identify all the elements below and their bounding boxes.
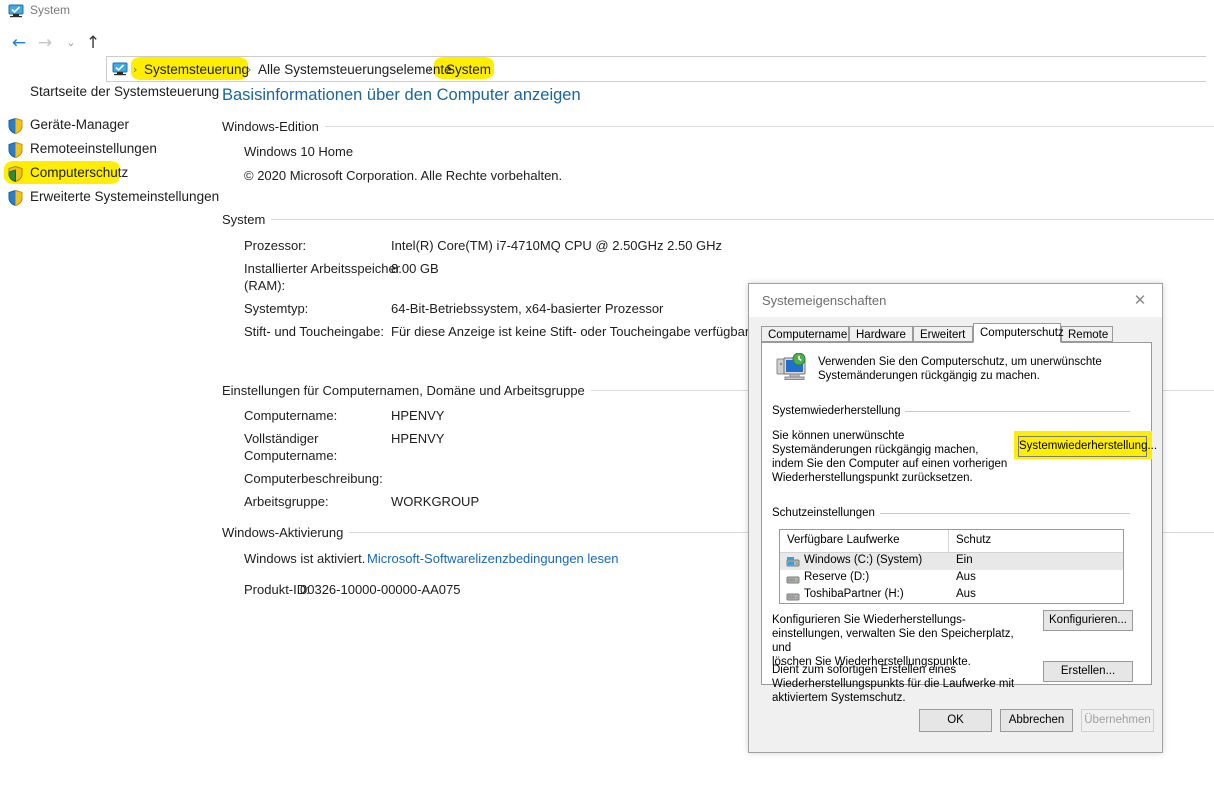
column-header-laufwerke: Verfügbare Laufwerke [787, 534, 900, 546]
cancel-button[interactable]: Abbrechen [1000, 709, 1073, 732]
breadcrumb-separator: › [133, 63, 138, 76]
sidebar-item-home[interactable]: Startseite der Systemsteuerung [30, 84, 219, 99]
drive-name: Reserve (D:) [804, 571, 870, 583]
drive-icon [786, 590, 800, 602]
sidebar-item-label: Computerschutz [30, 165, 129, 180]
row-value-computername: HPENVY [391, 408, 445, 423]
sidebar-item-label: Erweiterte Systemeinstellungen [30, 189, 220, 204]
system-properties-dialog: Systemeigenschaften ✕ Computername Hardw… [748, 283, 1163, 753]
system-restore-icon [776, 352, 808, 386]
tab-erweitert[interactable]: Erweitert [913, 326, 973, 342]
shield-icon [8, 117, 23, 135]
shield-icon [8, 189, 23, 207]
system-monitor-icon [8, 4, 24, 18]
row-value-prozessor: Intel(R) Core(TM) i7-4710MQ CPU @ 2.50GH… [391, 238, 723, 253]
row-label-arbeitsgruppe: Arbeitsgruppe: [244, 494, 329, 509]
page-title: Basisinformationen über den Computer anz… [222, 86, 581, 104]
forward-icon[interactable]: → [34, 32, 56, 54]
drive-name: ToshibaPartner (H:) [804, 588, 904, 600]
apply-button: Übernehmen [1081, 709, 1154, 732]
row-label-computername: Computername: [244, 408, 338, 423]
dialog-title: Systemeigenschaften [762, 293, 887, 308]
drive-protection: Aus [956, 588, 976, 600]
ok-button[interactable]: OK [919, 709, 992, 732]
drive-row[interactable]: ToshibaPartner (H:) Aus [780, 587, 1123, 604]
up-icon[interactable]: ↑ [82, 32, 104, 54]
system-restore-button[interactable]: Systemwiederherstellung... [1018, 436, 1157, 457]
column-header-schutz: Schutz [956, 534, 992, 546]
edition-name: Windows 10 Home [244, 144, 354, 159]
tab-hardware[interactable]: Hardware [849, 326, 913, 342]
row-label-stift: Stift- und Toucheingabe: [244, 324, 384, 339]
section-header-edition: Windows-Edition [222, 119, 325, 134]
drive-list-header: Verfügbare Laufwerke Schutz [780, 530, 1123, 553]
breadcrumb-separator: › [428, 63, 433, 76]
create-description: Dient zum sofortigen Erstellen eines Wie… [772, 664, 1015, 704]
dialog-intro-text: Verwenden Sie den Computerschutz, um une… [818, 356, 1102, 382]
row-value-ram: 8.00 GB [391, 261, 439, 276]
breadcrumb-item-systemsteuerung[interactable]: Systemsteuerung [144, 62, 249, 77]
section-header-system: System [222, 212, 272, 227]
configure-description: Konfigurieren Sie Wiederherstellungs- ei… [772, 614, 1014, 668]
dialog-tabpanel: Verwenden Sie den Computerschutz, um une… [761, 342, 1157, 704]
activation-status: Windows ist aktiviert. [244, 551, 366, 566]
sidebar-item-label: Remoteeinstellungen [30, 141, 157, 156]
drive-protection: Aus [956, 571, 976, 583]
drive-row[interactable]: Windows (C:) (System) Ein [780, 553, 1123, 570]
breadcrumb-icon[interactable] [112, 62, 128, 76]
drive-icon [786, 573, 800, 585]
row-value-arbeitsgruppe: WORKGROUP [391, 494, 480, 509]
window-titlebar: System [0, 0, 1214, 24]
system-drive-icon [786, 556, 800, 568]
row-label-computerbeschreibung: Computerbeschreibung: [244, 471, 383, 486]
dialog-titlebar: Systemeigenschaften ✕ [749, 284, 1162, 317]
drive-name: Windows (C:) (System) [804, 554, 923, 566]
tab-computerschutz[interactable]: Computerschutz [973, 323, 1064, 343]
row-value-vollstaendiger-computername: HPENVY [391, 431, 445, 446]
navigation-bar: ← → ⌄ ↑ › Systemsteuerung › Alle Systems… [0, 26, 1214, 82]
drive-row[interactable]: Reserve (D:) Aus [780, 570, 1123, 587]
configure-button[interactable]: Konfigurieren... [1043, 610, 1133, 631]
column-divider [948, 530, 949, 552]
section-rule [222, 126, 1214, 127]
section-rule [222, 219, 1214, 220]
shield-icon [8, 165, 23, 183]
dialog-group-rule [882, 411, 1130, 412]
edition-copyright: © 2020 Microsoft Corporation. Alle Recht… [244, 168, 563, 183]
dialog-group-systemwiederherstellung: Systemwiederherstellung [772, 405, 906, 417]
section-header-computername: Einstellungen für Computernamen, Domäne … [222, 383, 591, 398]
breadcrumb-item-alle-elemente[interactable]: Alle Systemsteuerungselemente [258, 62, 452, 77]
section-header-aktivierung: Windows-Aktivierung [222, 525, 350, 540]
window-title: System [30, 3, 71, 17]
drive-protection: Ein [956, 554, 973, 566]
tab-remote[interactable]: Remote [1061, 326, 1113, 342]
row-label-ram: Installierter Arbeitsspeicher (RAM): [244, 261, 401, 293]
row-value-stift: Für diese Anzeige ist keine Stift- oder … [391, 324, 753, 339]
license-terms-link[interactable]: Microsoft-Softwarelizenzbedingungen lese… [367, 550, 618, 567]
row-label-systemtyp: Systemtyp: [244, 301, 309, 316]
breadcrumb-separator: › [247, 63, 252, 76]
drive-list[interactable]: Verfügbare Laufwerke Schutz Windows (C:)… [779, 529, 1124, 604]
product-id-value: 00326-10000-00000-AA075 [300, 582, 461, 597]
row-label-prozessor: Prozessor: [244, 238, 307, 253]
chevron-down-icon[interactable]: ⌄ [60, 32, 82, 54]
breadcrumb-item-system[interactable]: System [446, 62, 491, 77]
tab-computername[interactable]: Computername [761, 326, 849, 342]
create-button[interactable]: Erstellen... [1043, 661, 1133, 682]
dialog-restore-description: Sie können unerwünschte Systemänderungen… [772, 430, 1008, 484]
dialog-group-rule [867, 513, 1130, 514]
sidebar-item-label: Geräte-Manager [30, 117, 130, 132]
row-value-systemtyp: 64-Bit-Betriebssystem, x64-basierter Pro… [391, 301, 664, 316]
dialog-group-schutzeinstellungen: Schutzeinstellungen [772, 507, 880, 519]
shield-icon [8, 141, 23, 159]
close-icon[interactable]: ✕ [1118, 284, 1162, 316]
back-icon[interactable]: ← [8, 32, 30, 54]
row-label-vollstaendiger-computername: Vollständiger Computername: [244, 431, 338, 463]
